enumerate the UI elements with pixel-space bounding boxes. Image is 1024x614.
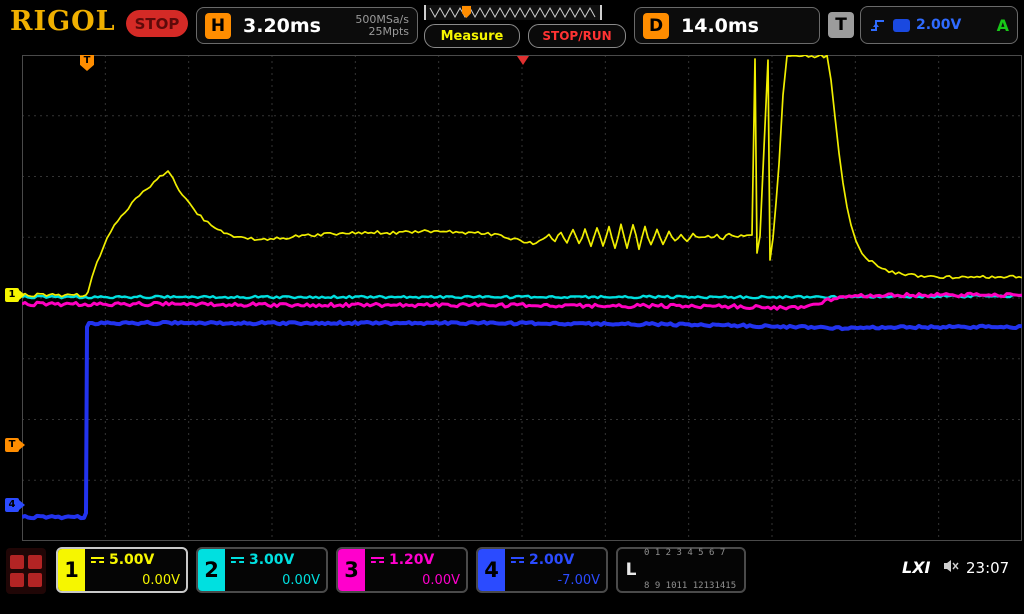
digital-row-1: 0 1 2 3 4 5 6 7 [644, 548, 736, 559]
clock: 23:07 [966, 559, 1009, 577]
channel-3-offset: 0.00V [371, 573, 460, 588]
menu-grid-icon[interactable] [6, 548, 46, 594]
channel-1-badge: 1 [58, 549, 85, 591]
trigger-status-group[interactable]: T 2.00V A [828, 5, 1018, 45]
channel-4-offset: -7.00V [511, 573, 600, 588]
channel-1-scale: 5.00V [109, 552, 154, 568]
lxi-logo: LXI [902, 558, 930, 577]
trigger-slope-icon [869, 17, 887, 33]
acquisition-info: 500MSa/s 25Mpts [355, 14, 409, 38]
level-marker-4[interactable]: 4 [5, 498, 19, 512]
coupling-icon [231, 557, 244, 563]
delay-box: D 14.0ms [634, 7, 820, 44]
channel-2-badge: 2 [198, 549, 225, 591]
memory-waveform-icon [424, 5, 602, 20]
trigger-level-value: 2.00V [916, 17, 961, 33]
channel-2-scale: 3.00V [249, 552, 294, 568]
coupling-icon [511, 557, 524, 563]
bottom-status-bar: 1 5.00V 0.00V 2 3.00V 0.00V 3 1.20V 0.00… [0, 545, 1024, 600]
timebase-value: 3.20ms [243, 15, 321, 37]
channel-3-badge: 3 [338, 549, 365, 591]
horizontal-timebase-box: H 3.20ms 500MSa/s 25Mpts [196, 7, 418, 44]
coupling-icon [91, 557, 104, 563]
delay-icon: D [643, 13, 669, 39]
delay-window-marker [517, 56, 529, 65]
graticule [22, 55, 1022, 541]
coupling-icon [371, 557, 384, 563]
sample-rate: 500MSa/s [355, 14, 409, 26]
speaker-mute-icon [942, 558, 960, 574]
digital-channels-box[interactable]: L 0 1 2 3 4 5 6 7 8 9 1011 12131415 [616, 547, 746, 593]
digital-row-2: 8 9 1011 12131415 [644, 581, 736, 592]
measure-button[interactable]: Measure [424, 24, 520, 48]
rigol-logo: RIGOL [10, 6, 116, 37]
memory-depth: 25Mpts [355, 26, 409, 38]
horizontal-icon: H [205, 13, 231, 39]
channel-4-box[interactable]: 4 2.00V -7.00V [476, 547, 608, 593]
level-marker-1[interactable]: 1 [5, 288, 19, 302]
run-state-badge: STOP [126, 10, 188, 37]
channel-4-scale: 2.00V [529, 552, 574, 568]
stop-run-button[interactable]: STOP/RUN [528, 24, 626, 48]
channel-3-box[interactable]: 3 1.20V 0.00V [336, 547, 468, 593]
trigger-icon: T [828, 12, 854, 38]
trigger-mode-auto: A [997, 16, 1009, 35]
trigger-source-icon [893, 19, 910, 32]
delay-value: 14.0ms [681, 15, 759, 37]
channel-3-scale: 1.20V [389, 552, 434, 568]
waveform-canvas [22, 55, 1022, 541]
top-status-bar: RIGOL STOP H 3.20ms 500MSa/s 25Mpts Meas… [0, 0, 1024, 50]
memory-bar-left-bracket [424, 5, 426, 20]
trigger-settings-box[interactable]: 2.00V A [860, 6, 1018, 44]
scope-display: 1T4T [0, 50, 1024, 544]
channel-2-box[interactable]: 2 3.00V 0.00V [196, 547, 328, 593]
level-marker-T[interactable]: T [5, 438, 19, 452]
channel-1-offset: 0.00V [91, 573, 180, 588]
memory-bar [424, 5, 602, 20]
channel-2-offset: 0.00V [231, 573, 320, 588]
channel-4-badge: 4 [478, 549, 505, 591]
memory-bar-right-bracket [600, 5, 602, 20]
digital-label: L [618, 560, 644, 580]
channel-1-box[interactable]: 1 5.00V 0.00V [56, 547, 188, 593]
